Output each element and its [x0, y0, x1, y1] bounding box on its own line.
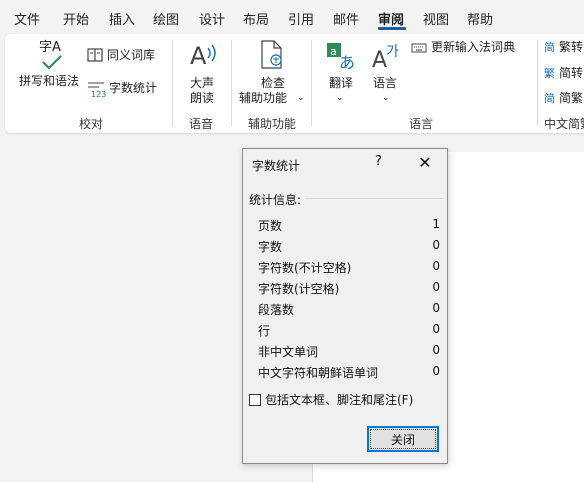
group-separator	[311, 40, 312, 126]
svg-text:a: a	[330, 45, 337, 58]
proofing-group-label: 校对	[79, 117, 104, 131]
stat-value: 0	[432, 238, 440, 252]
word-count-label: 字数统计	[109, 80, 158, 95]
menu-references[interactable]: 引用	[288, 9, 314, 28]
svg-text:가: 가	[386, 44, 399, 60]
word-count-icon: 123	[88, 82, 107, 99]
thesaurus-button[interactable]: 同义词库	[87, 47, 155, 63]
help-button[interactable]: ?	[375, 154, 382, 169]
conversion-icon: 简	[544, 92, 555, 105]
group-separator	[231, 40, 232, 126]
svg-text:A: A	[372, 48, 387, 70]
section-divider	[305, 198, 443, 199]
update-ime-dictionary-button[interactable]: 更新输入法词典	[411, 40, 515, 55]
check-accessibility-label-line2: 辅助功能	[239, 91, 288, 105]
traditional-to-simplified-label: 繁转	[559, 40, 584, 54]
stat-value: 1	[432, 217, 440, 231]
stat-value: 0	[432, 322, 440, 336]
active-tab-indicator	[378, 27, 406, 30]
group-separator	[172, 40, 173, 126]
stat-label: 字数	[258, 240, 283, 254]
include-textboxes-checkbox[interactable]	[249, 393, 261, 406]
close-icon[interactable]: ✕	[415, 154, 435, 172]
accessibility-group-label: 辅助功能	[248, 117, 297, 131]
stat-label: 字符数(不计空格)	[258, 261, 352, 275]
translate-button[interactable]: a あ 翻译 ⌄	[321, 40, 361, 106]
menu-help[interactable]: 帮助	[467, 9, 493, 28]
language-icon: A 가	[372, 44, 399, 70]
chinese-conversion-group-label: 中文简繁	[544, 117, 584, 131]
simp-trad-icon: 繁	[544, 67, 555, 80]
include-textboxes-checkbox-row[interactable]: 包括文本框、脚注和尾注(F)	[249, 391, 413, 408]
read-aloud-button[interactable]: A 大声 朗读	[183, 40, 223, 106]
speech-group-label: 语音	[189, 117, 214, 131]
read-aloud-label-line2: 朗读	[190, 91, 215, 105]
read-aloud-icon: A	[190, 42, 216, 68]
word-count-dialog: 字数统计 ? ✕ 统计信息: 页数 1 字数 0 字符数(不计空格) 0 字符数…	[242, 148, 448, 464]
menu-review[interactable]: 审阅	[378, 9, 404, 28]
word-count-button[interactable]: 123 字数统计	[87, 80, 158, 99]
menu-layout[interactable]: 布局	[243, 9, 269, 28]
close-button[interactable]: 关闭	[367, 426, 439, 452]
menu-bar: 文件 开始 插入 绘图 设计 布局 引用 邮件 审阅 视图 帮助	[0, 0, 584, 34]
update-ime-dictionary-label: 更新输入法词典	[431, 40, 516, 54]
read-aloud-label-line1: 大声	[190, 76, 215, 90]
language-button[interactable]: A 가 语言 ⌄	[367, 40, 407, 106]
menu-view[interactable]: 视图	[423, 9, 449, 28]
stat-label: 字符数(计空格)	[258, 282, 340, 296]
simp-trad-conversion-button[interactable]: 简 简繁	[544, 91, 583, 106]
stat-label: 行	[258, 324, 271, 338]
simp-trad-conversion-label: 简繁	[559, 91, 584, 105]
language-label: 语言	[373, 76, 398, 90]
translate-icon: a あ	[327, 43, 355, 70]
check-accessibility-button[interactable]: 检查 辅助功能 ⌄	[239, 40, 305, 106]
check-accessibility-label-line1: 检查	[261, 76, 286, 90]
stat-value: 0	[432, 301, 440, 315]
accessibility-document-icon	[261, 40, 282, 69]
dialog-title: 字数统计	[252, 159, 301, 173]
stat-label: 段落数	[258, 303, 295, 317]
menu-home[interactable]: 开始	[63, 9, 89, 28]
close-button-label: 关闭	[390, 432, 415, 447]
spelling-grammar-label: 拼写和语法	[19, 74, 80, 88]
menu-mailings[interactable]: 邮件	[333, 9, 359, 28]
thesaurus-icon	[87, 48, 103, 62]
ribbon: 字A 拼写和语法 同义词库 123 字数统计 校对 A 大声 朗读 语音 检查 …	[5, 34, 584, 133]
spelling-icon: 字A	[39, 40, 61, 55]
menu-design[interactable]: 设计	[199, 9, 225, 28]
language-group-label: 语言	[409, 117, 434, 131]
thesaurus-label: 同义词库	[107, 47, 156, 62]
spelling-grammar-button[interactable]: 字A 拼写和语法	[19, 40, 83, 100]
chevron-down-icon: ⌄	[336, 93, 344, 103]
check-mark-icon	[42, 55, 62, 70]
simplified-to-traditional-label: 简转	[559, 66, 584, 80]
menu-insert[interactable]: 插入	[109, 9, 135, 28]
trad-simp-icon: 简	[544, 41, 555, 54]
chevron-down-icon: ⌄	[297, 93, 305, 103]
group-separator	[537, 40, 538, 126]
svg-text:A: A	[190, 42, 207, 68]
include-textboxes-label: 包括文本框、脚注和尾注(F)	[265, 393, 414, 407]
stat-label: 非中文单词	[258, 345, 319, 359]
traditional-to-simplified-button[interactable]: 简 繁转	[544, 40, 583, 55]
stat-label: 中文字符和朝鲜语单词	[258, 366, 379, 380]
statistics-section-label: 统计信息:	[249, 193, 302, 207]
menu-file[interactable]: 文件	[14, 9, 40, 28]
stat-value: 0	[432, 259, 440, 273]
translate-label: 翻译	[329, 76, 354, 90]
chevron-down-icon: ⌄	[382, 93, 390, 103]
keyboard-icon	[411, 43, 427, 52]
stat-value: 0	[432, 364, 440, 378]
svg-text:あ: あ	[339, 53, 355, 70]
simplified-to-traditional-button[interactable]: 繁 简转	[544, 66, 583, 81]
menu-draw[interactable]: 绘图	[153, 9, 179, 28]
stat-label: 页数	[258, 219, 283, 233]
stat-value: 0	[432, 343, 440, 357]
stat-value: 0	[432, 280, 440, 294]
